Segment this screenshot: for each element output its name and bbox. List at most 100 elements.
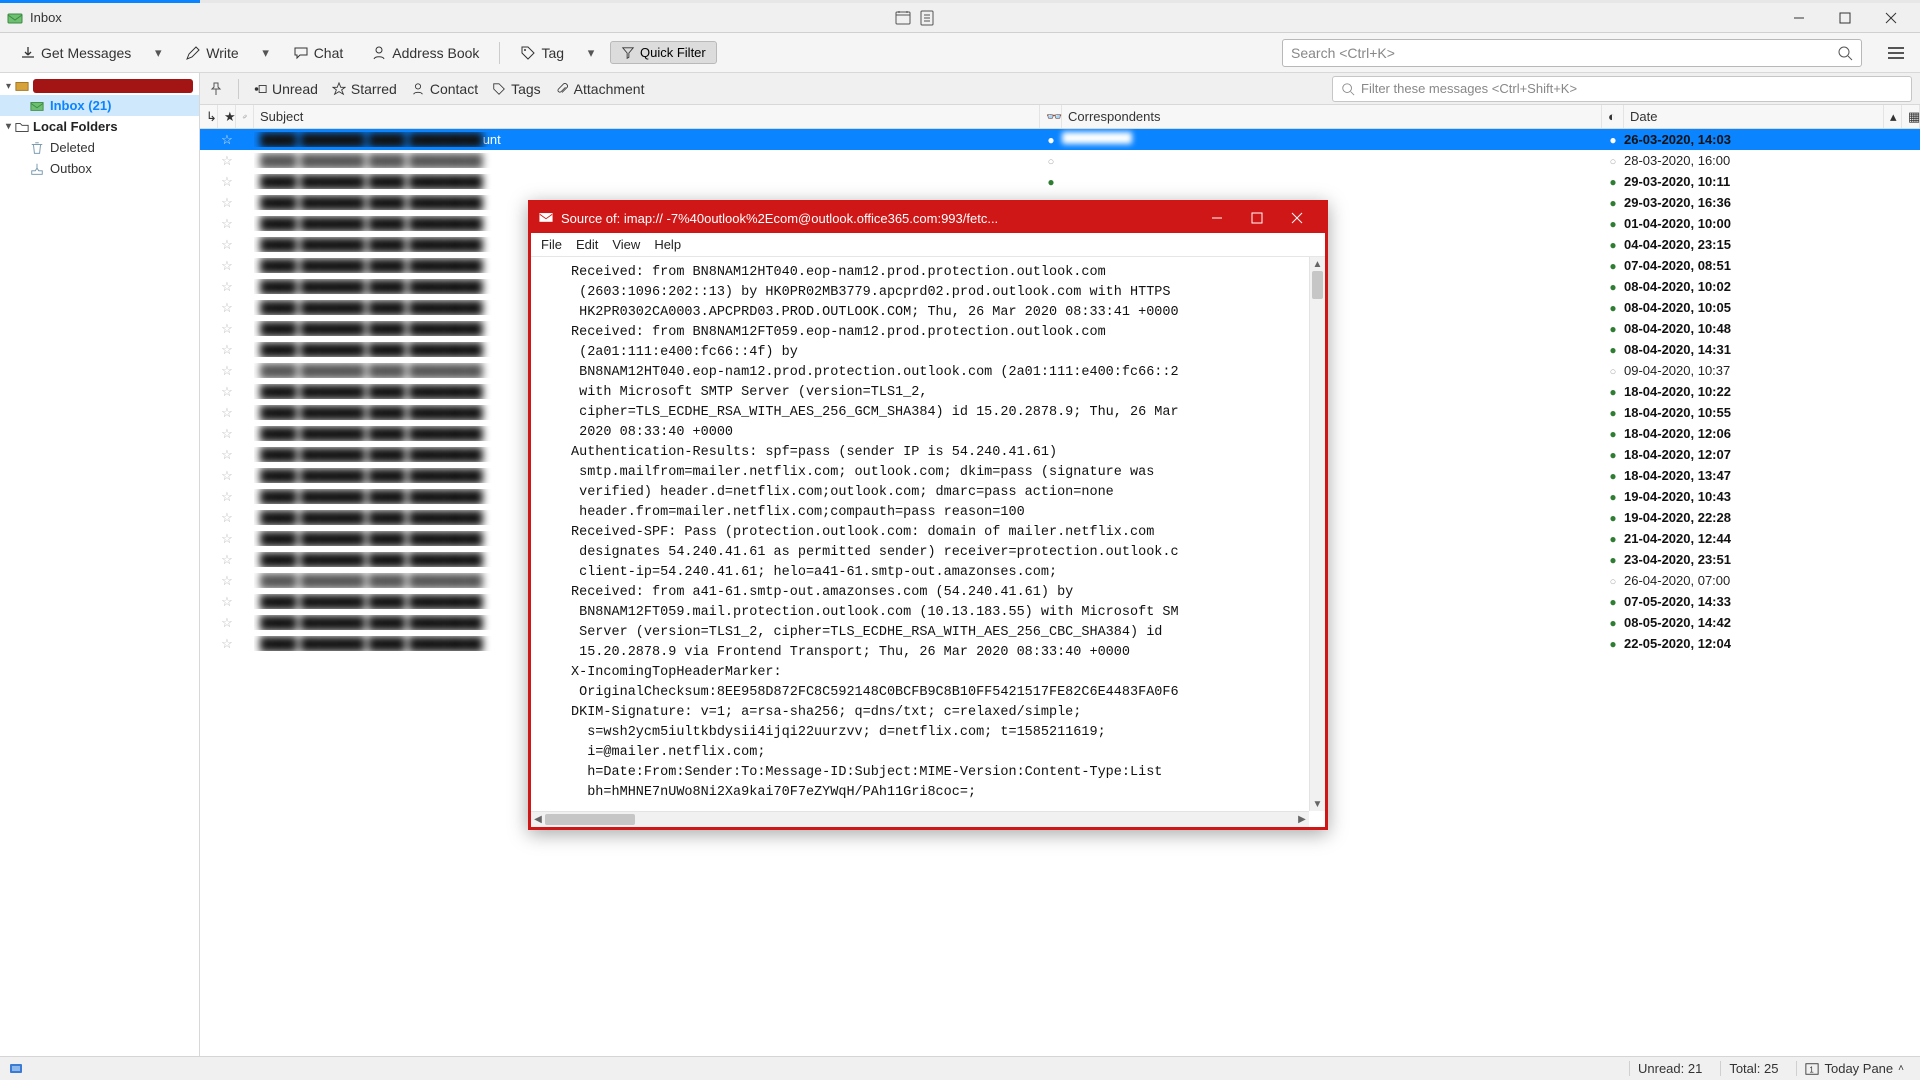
sidebar-item-deleted[interactable]: Deleted [0, 137, 199, 158]
filter-contact[interactable]: Contact [411, 81, 478, 97]
calendar-icon[interactable] [895, 10, 911, 26]
tag-dropdown[interactable]: ▾ [584, 45, 598, 61]
tasks-icon[interactable] [919, 10, 935, 26]
filter-unread-label: Unread [272, 81, 318, 97]
message-filter-input[interactable]: Filter these messages <Ctrl+Shift+K> [1332, 76, 1912, 102]
address-book-button[interactable]: Address Book [363, 41, 487, 65]
sidebar-item-outbox[interactable]: Outbox [0, 158, 199, 179]
star-icon[interactable]: ☆ [218, 363, 236, 379]
col-picker[interactable]: ▦ [1902, 105, 1920, 128]
star-icon[interactable]: ☆ [218, 258, 236, 274]
chat-button[interactable]: Chat [285, 41, 352, 65]
get-messages-button[interactable]: Get Messages [12, 41, 139, 65]
source-menu-file[interactable]: File [541, 237, 562, 252]
source-maximize-button[interactable] [1237, 203, 1277, 233]
write-dropdown[interactable]: ▾ [259, 45, 273, 61]
star-icon[interactable]: ☆ [218, 531, 236, 547]
date-dot: ● [1602, 384, 1624, 399]
date-dot: ● [1602, 426, 1624, 441]
maximize-button[interactable] [1822, 3, 1868, 33]
star-icon[interactable]: ☆ [218, 384, 236, 400]
source-titlebar[interactable]: Source of: imap:// -7%40outlook%2Ecom@ou… [531, 203, 1325, 233]
date-dot: ● [1602, 468, 1624, 483]
star-icon[interactable]: ☆ [218, 342, 236, 358]
filter-attachment[interactable]: Attachment [555, 81, 645, 97]
star-icon[interactable]: ☆ [218, 594, 236, 610]
col-attach[interactable] [236, 105, 254, 128]
tag-button[interactable]: Tag [512, 41, 572, 65]
read-dot[interactable]: ○ [1040, 153, 1062, 168]
star-icon[interactable]: ☆ [218, 237, 236, 253]
star-icon[interactable]: ☆ [218, 468, 236, 484]
scroll-thumb[interactable] [1312, 271, 1323, 299]
source-vertical-scrollbar[interactable]: ▲ ▼ [1309, 257, 1325, 811]
star-icon[interactable]: ☆ [218, 552, 236, 568]
col-star[interactable]: ★ [218, 105, 236, 128]
col-date[interactable]: Date [1624, 105, 1884, 128]
source-minimize-button[interactable] [1197, 203, 1237, 233]
col-read-icon[interactable]: 👓 [1040, 105, 1062, 128]
get-messages-dropdown[interactable]: ▾ [151, 45, 165, 61]
star-icon[interactable]: ☆ [218, 174, 236, 190]
star-icon[interactable]: ☆ [218, 573, 236, 589]
filter-attachment-label: Attachment [574, 81, 645, 97]
close-button[interactable] [1868, 3, 1914, 33]
star-icon[interactable]: ☆ [218, 489, 236, 505]
pin-icon[interactable] [208, 81, 224, 97]
col-subject[interactable]: Subject [254, 105, 1040, 128]
star-icon[interactable]: ☆ [218, 216, 236, 232]
source-menu-edit[interactable]: Edit [576, 237, 598, 252]
message-date: 08-05-2020, 14:42 [1624, 615, 1884, 630]
write-button[interactable]: Write [177, 41, 246, 65]
col-correspondents[interactable]: Correspondents [1062, 105, 1602, 128]
search-input[interactable]: Search <Ctrl+K> [1282, 39, 1862, 67]
message-row[interactable]: ☆████ ███████ ████ ████████○○28-03-2020,… [200, 150, 1920, 171]
source-horizontal-scrollbar[interactable]: ◀ ▶ [531, 811, 1309, 827]
read-dot[interactable]: ● [1040, 174, 1062, 189]
star-icon[interactable]: ☆ [218, 426, 236, 442]
contact-icon [371, 45, 387, 61]
filter-starred[interactable]: Starred [332, 81, 397, 97]
star-icon[interactable]: ☆ [218, 132, 236, 148]
filter-tags[interactable]: Tags [492, 81, 541, 97]
star-icon[interactable]: ☆ [218, 300, 236, 316]
source-menu-view[interactable]: View [612, 237, 640, 252]
message-row[interactable]: ☆████ ███████ ████ ████████unt●●26-03-20… [200, 129, 1920, 150]
source-menu-help[interactable]: Help [654, 237, 681, 252]
online-icon[interactable] [8, 1061, 24, 1077]
message-date: 08-04-2020, 10:48 [1624, 321, 1884, 336]
today-pane-toggle[interactable]: 1 Today Pane ˄ [1796, 1061, 1912, 1076]
star-icon[interactable]: ☆ [218, 405, 236, 421]
source-close-button[interactable] [1277, 203, 1317, 233]
sidebar-item-inbox[interactable]: Inbox (21) [0, 95, 199, 116]
star-icon[interactable]: ☆ [218, 279, 236, 295]
scroll-down-icon[interactable]: ▼ [1310, 797, 1325, 811]
col-sort-arrow[interactable]: ▴ [1884, 105, 1902, 128]
minimize-button[interactable] [1776, 3, 1822, 33]
star-icon[interactable]: ☆ [218, 447, 236, 463]
sidebar-item-local-folders[interactable]: ▾ Local Folders [0, 116, 199, 137]
star-icon[interactable]: ☆ [218, 510, 236, 526]
scroll-thumb-h[interactable] [545, 814, 635, 825]
star-icon[interactable]: ☆ [218, 321, 236, 337]
read-dot[interactable]: ● [1040, 132, 1062, 147]
star-icon[interactable]: ☆ [218, 153, 236, 169]
date-dot: ● [1602, 321, 1624, 336]
scroll-left-icon[interactable]: ◀ [531, 812, 545, 827]
col-date-indicator[interactable]: ◐ [1602, 105, 1624, 128]
app-menu-button[interactable] [1884, 46, 1908, 60]
quick-filter-button[interactable]: Quick Filter [610, 41, 717, 64]
scroll-up-icon[interactable]: ▲ [1310, 257, 1325, 271]
star-icon[interactable]: ☆ [218, 195, 236, 211]
account-row[interactable]: ▾ [0, 77, 199, 95]
scroll-right-icon[interactable]: ▶ [1295, 812, 1309, 827]
star-icon[interactable]: ☆ [218, 636, 236, 652]
filter-unread[interactable]: Unread [253, 81, 318, 97]
source-text[interactable]: Received: from BN8NAM12HT040.eop-nam12.p… [531, 257, 1325, 811]
message-row[interactable]: ☆████ ███████ ████ ████████●●29-03-2020,… [200, 171, 1920, 192]
star-icon [332, 82, 346, 96]
col-thread[interactable]: ↳ [200, 105, 218, 128]
message-date: 18-04-2020, 10:55 [1624, 405, 1884, 420]
star-icon[interactable]: ☆ [218, 615, 236, 631]
message-date: 07-04-2020, 08:51 [1624, 258, 1884, 273]
